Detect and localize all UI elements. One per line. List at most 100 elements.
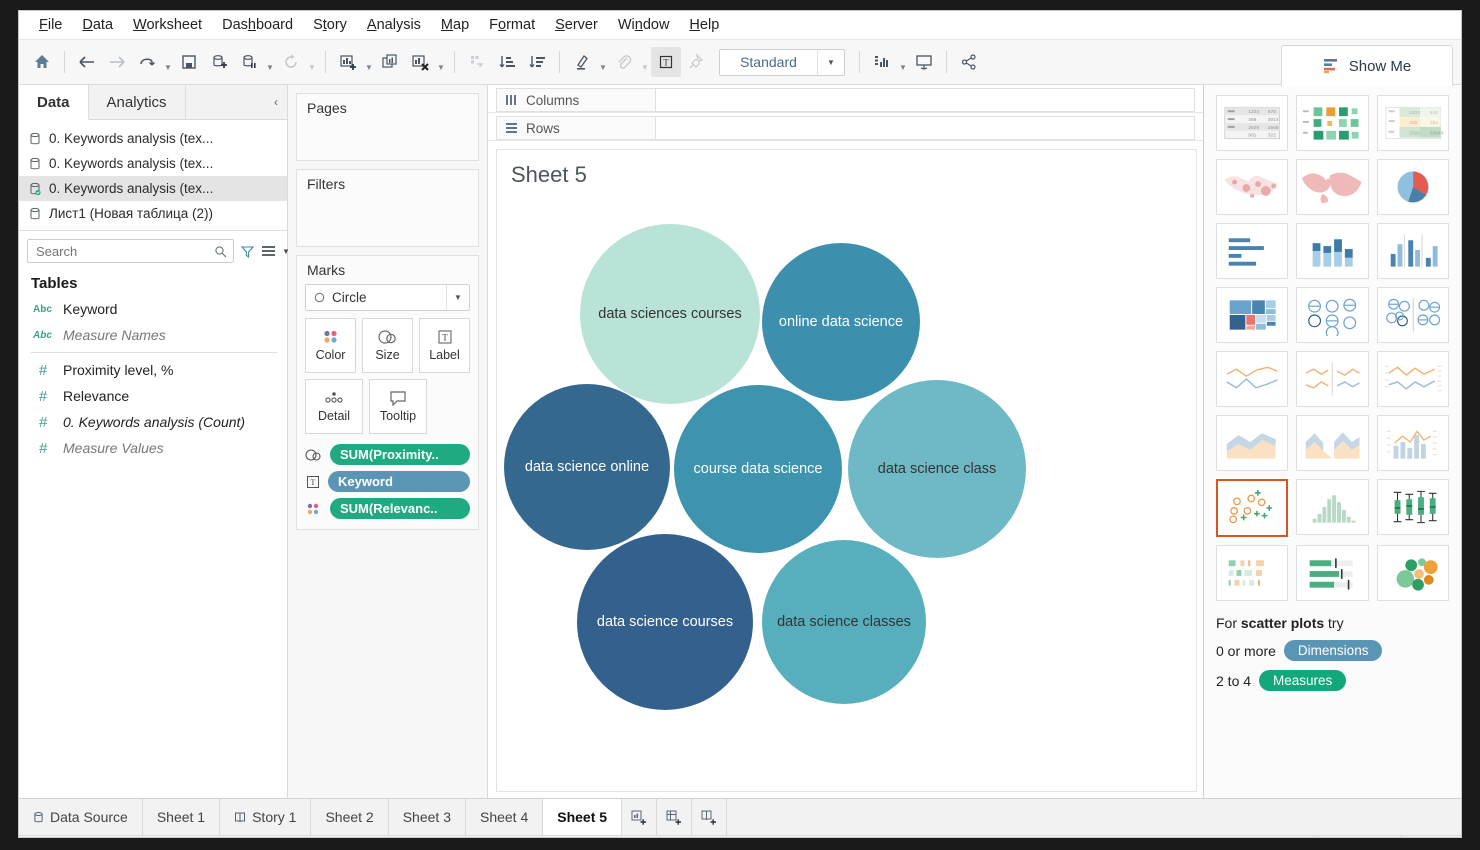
bubble-mark[interactable]: data science courses xyxy=(577,534,753,710)
thumb-lines-continuous-icon[interactable] xyxy=(1216,351,1288,407)
search-icon[interactable] xyxy=(214,245,227,258)
field-proximity-level[interactable]: # Proximity level, % xyxy=(19,357,287,383)
thumb-circle-views-icon[interactable] xyxy=(1296,287,1368,343)
rows-shelf-dropzone[interactable] xyxy=(656,116,1195,140)
field-relevance[interactable]: # Relevance xyxy=(19,383,287,409)
paperclip-icon[interactable] xyxy=(609,47,639,77)
sheet-tab-sheet-1[interactable]: Sheet 1 xyxy=(143,799,220,835)
worksheet-canvas[interactable]: Sheet 5 data sciences coursesonline data… xyxy=(496,149,1197,792)
menu-item-story[interactable]: Story xyxy=(303,14,357,36)
home-icon[interactable] xyxy=(27,47,57,77)
menu-item-analysis[interactable]: Analysis xyxy=(357,14,431,36)
data-source-item-selected[interactable]: 0. Keywords analysis (tex... xyxy=(19,176,287,201)
sheet-tab-story-1[interactable]: Story 1 xyxy=(220,799,311,835)
fit-dropdown[interactable]: Standard ▼ xyxy=(719,49,845,76)
menu-item-dashboard[interactable]: Dashboard xyxy=(212,14,303,36)
bubble-mark[interactable]: data sciences courses xyxy=(580,224,760,404)
field-measure-names[interactable]: Abc Measure Names xyxy=(19,322,287,348)
menu-item-format[interactable]: Format xyxy=(479,14,545,36)
mark-pill-label[interactable]: Keyword xyxy=(328,471,470,492)
record-navigation[interactable]: |◀ ◀ ▶ ▶| xyxy=(1317,836,1400,838)
field-measure-values[interactable]: # Measure Values xyxy=(19,435,287,461)
fit-dropdown-caret[interactable]: ▼ xyxy=(817,50,844,75)
tab-data[interactable]: Data xyxy=(19,85,89,120)
data-source-item[interactable]: 0. Keywords analysis (tex... xyxy=(19,126,287,151)
marks-type-caret[interactable]: ▼ xyxy=(446,285,469,310)
sheet-tab-data-source[interactable]: Data Source xyxy=(19,799,143,835)
sheet-tab-sheet-5[interactable]: Sheet 5 xyxy=(543,799,622,835)
thumb-lines-discrete-icon[interactable] xyxy=(1296,351,1368,407)
show-me-button[interactable]: Show Me xyxy=(1281,45,1453,86)
pages-card[interactable]: Pages xyxy=(296,93,479,161)
search-input[interactable] xyxy=(27,239,234,263)
refresh-icon[interactable] xyxy=(276,47,306,77)
thumb-area-chart-continuous-icon[interactable] xyxy=(1216,415,1288,471)
thumb-heat-map-icon[interactable] xyxy=(1296,95,1368,151)
marks-type-dropdown[interactable]: Circle ▼ xyxy=(305,284,470,311)
menu-item-file[interactable]: FFileile xyxy=(29,14,72,36)
duplicate-sheet-icon[interactable] xyxy=(375,47,405,77)
presentation-mode-icon[interactable] xyxy=(909,47,939,77)
thumb-stacked-bars-icon[interactable] xyxy=(1296,223,1368,279)
tooltip-button[interactable]: Tooltip xyxy=(369,379,427,434)
new-worksheet-dropdown-caret[interactable]: ▼ xyxy=(363,44,375,81)
mark-pill-size[interactable]: SUM(Proximity.. xyxy=(330,444,470,465)
swap-rows-columns-icon[interactable] xyxy=(462,47,492,77)
tab-analytics[interactable]: Analytics xyxy=(89,85,186,119)
menu-item-data[interactable]: Data xyxy=(72,14,123,36)
new-worksheet-tab-icon[interactable] xyxy=(622,799,657,835)
menu-item-window[interactable]: Window xyxy=(608,14,680,36)
thumb-packed-bubbles-icon[interactable] xyxy=(1377,545,1449,601)
sort-descending-icon[interactable] xyxy=(522,47,552,77)
color-button[interactable]: Color xyxy=(305,318,356,373)
thumb-area-chart-discrete-icon[interactable] xyxy=(1296,415,1368,471)
bubble-mark[interactable]: course data science xyxy=(674,385,842,553)
menu-item-server[interactable]: Server xyxy=(545,14,608,36)
mark-pill-color[interactable]: SUM(Relevanc.. xyxy=(330,498,470,519)
thumb-horizontal-bars-icon[interactable] xyxy=(1216,223,1288,279)
menu-item-help[interactable]: Help xyxy=(679,14,729,36)
thumb-dual-lines-icon[interactable] xyxy=(1377,351,1449,407)
thumb-filled-map-icon[interactable] xyxy=(1296,159,1368,215)
refresh-dropdown-caret[interactable]: ▼ xyxy=(306,44,318,81)
new-dashboard-tab-icon[interactable] xyxy=(657,799,692,835)
sheet-tab-sheet-2[interactable]: Sheet 2 xyxy=(311,799,388,835)
labels-icon[interactable]: T xyxy=(651,47,681,77)
cards-dropdown-caret[interactable]: ▼ xyxy=(897,44,909,81)
pause-dropdown-caret[interactable]: ▼ xyxy=(264,44,276,81)
menu-item-map[interactable]: Map xyxy=(431,14,479,36)
bubble-mark[interactable]: data science classes xyxy=(762,540,926,704)
menu-item-worksheet[interactable]: Worksheet xyxy=(123,14,212,36)
forward-arrow-icon[interactable] xyxy=(102,47,132,77)
clear-dropdown-caret[interactable]: ▼ xyxy=(435,44,447,81)
thumb-scatter-plot-icon[interactable] xyxy=(1216,479,1288,537)
thumb-gantt-chart-icon[interactable] xyxy=(1216,545,1288,601)
thumb-dual-combination-icon[interactable] xyxy=(1377,415,1449,471)
sort-ascending-icon[interactable] xyxy=(492,47,522,77)
undo-icon[interactable] xyxy=(132,47,162,77)
data-source-item[interactable]: 0. Keywords analysis (tex... xyxy=(19,151,287,176)
share-icon[interactable] xyxy=(954,47,984,77)
pause-data-icon[interactable] xyxy=(234,47,264,77)
thumb-symbol-map-icon[interactable] xyxy=(1216,159,1288,215)
paperclip-dropdown-caret[interactable]: ▼ xyxy=(639,44,651,81)
highlighter-icon[interactable] xyxy=(567,47,597,77)
sheet-tab-sheet-4[interactable]: Sheet 4 xyxy=(466,799,543,835)
thumb-treemap-icon[interactable] xyxy=(1216,287,1288,343)
highlighter-dropdown-caret[interactable]: ▼ xyxy=(597,44,609,81)
bubble-mark[interactable]: online data science xyxy=(762,243,920,401)
bubble-mark[interactable]: data science class xyxy=(848,380,1026,558)
clear-sheet-icon[interactable] xyxy=(405,47,435,77)
thumb-highlight-table-icon[interactable]: 1234546368384262950940 xyxy=(1377,95,1449,151)
view-options-icon[interactable] xyxy=(261,245,276,257)
thumb-histogram-icon[interactable] xyxy=(1296,479,1368,535)
thumb-side-by-side-bars-icon[interactable] xyxy=(1377,223,1449,279)
pin-icon[interactable] xyxy=(681,47,711,77)
new-story-tab-icon[interactable] xyxy=(692,799,727,835)
thumb-box-and-whisker-icon[interactable] xyxy=(1377,479,1449,535)
columns-shelf-dropzone[interactable] xyxy=(656,88,1195,112)
detail-button[interactable]: Detail xyxy=(305,379,363,434)
filters-card[interactable]: Filters xyxy=(296,169,479,247)
field-keywords-count[interactable]: # 0. Keywords analysis (Count) xyxy=(19,409,287,435)
save-icon[interactable] xyxy=(174,47,204,77)
